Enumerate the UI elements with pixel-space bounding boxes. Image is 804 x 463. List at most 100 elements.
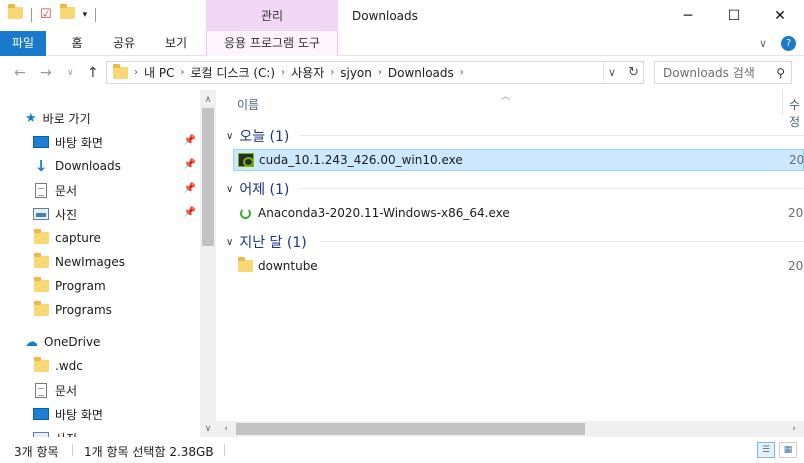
help-icon[interactable]: ? <box>781 36 796 51</box>
breadcrumb-this-pc[interactable]: 내 PC <box>144 64 174 81</box>
nav-item-onedrive-desktop[interactable]: 바탕 화면 <box>33 402 200 426</box>
properties-check-icon[interactable]: ☑ <box>40 7 52 22</box>
document-icon <box>33 382 49 398</box>
horizontal-scrollbar[interactable]: ‹ › <box>216 421 804 437</box>
address-bar-controls: ∨ ↻ <box>603 62 643 83</box>
tab-share[interactable]: 공유 <box>104 31 144 56</box>
address-history-chevron-icon[interactable]: ∨ <box>608 66 616 79</box>
search-icon[interactable]: ⚲ <box>776 66 785 80</box>
collapse-chevron-icon[interactable]: ∨ <box>226 184 233 195</box>
pin-icon[interactable]: 📌 <box>184 183 196 194</box>
folder-icon <box>237 257 253 274</box>
scroll-up-icon[interactable]: ∧ <box>200 92 216 108</box>
scroll-left-icon[interactable]: ‹ <box>218 421 234 437</box>
large-icons-view-icon[interactable]: ▦ <box>779 442 797 458</box>
group-header-today[interactable]: ∨ 오늘 (1) <box>226 126 289 146</box>
toolbar-divider <box>95 7 97 22</box>
file-explorer-window: ☑ ▾ 관리 Downloads ─ ☐ ✕ 파일 홈 공유 보기 응용 프로그… <box>0 0 804 463</box>
nav-quick-access[interactable]: ★ 바로 가기 <box>25 106 200 130</box>
nav-item-pictures[interactable]: 사진 📌 <box>33 202 200 226</box>
breadcrumb-chevron-icon[interactable]: › <box>460 67 464 78</box>
breadcrumb-chevron-icon[interactable]: › <box>378 67 382 78</box>
nav-item-onedrive-documents[interactable]: 문서 <box>33 378 200 402</box>
forward-arrow-icon[interactable]: → <box>40 65 52 81</box>
collapse-chevron-icon[interactable]: ∨ <box>226 131 233 142</box>
tab-file[interactable]: 파일 <box>0 31 46 56</box>
breadcrumb-users[interactable]: 사용자 <box>291 64 324 81</box>
nav-item-downloads[interactable]: ↓ Downloads 📌 <box>33 154 200 178</box>
desktop-icon <box>33 134 49 150</box>
scroll-right-icon[interactable]: › <box>786 421 802 437</box>
group-label: 어제 (1) <box>239 182 290 198</box>
collapse-chevron-icon[interactable]: ∨ <box>226 237 233 248</box>
scrollbar-thumb[interactable] <box>236 423 585 435</box>
nav-label: 바탕 화면 <box>55 407 103 422</box>
navigation-scrollbar[interactable]: ∧ ∨ <box>200 90 216 437</box>
nav-item-program[interactable]: Program <box>33 274 200 298</box>
file-row[interactable]: downtube 20 <box>233 255 804 277</box>
manage-context-header[interactable]: 관리 <box>206 0 338 31</box>
group-divider <box>300 188 804 189</box>
item-count: 3개 항목 <box>14 445 59 459</box>
pin-icon[interactable]: 📌 <box>184 207 196 218</box>
breadcrumb-chevron-icon[interactable]: › <box>134 67 138 78</box>
maximize-button[interactable]: ☐ <box>711 0 757 31</box>
column-date-modified[interactable]: 수정 <box>789 96 804 130</box>
search-box[interactable]: Downloads 검색 ⚲ <box>654 61 792 84</box>
breadcrumb-local-disk[interactable]: 로컬 디스크 (C:) <box>190 64 275 81</box>
folder-icon[interactable] <box>8 4 23 22</box>
file-row[interactable]: Anaconda3-2020.11-Windows-x86_64.exe 20 <box>233 202 804 224</box>
cloud-icon: ☁ <box>25 334 38 350</box>
scrollbar-thumb[interactable] <box>202 108 214 246</box>
nav-item-programs[interactable]: Programs <box>33 298 200 322</box>
nav-item-capture[interactable]: capture <box>33 226 200 250</box>
nav-label: Programs <box>55 303 112 317</box>
refresh-icon[interactable]: ↻ <box>628 65 639 80</box>
group-header-yesterday[interactable]: ∨ 어제 (1) <box>226 179 289 199</box>
nav-item-desktop[interactable]: 바탕 화면 📌 <box>33 130 200 154</box>
back-arrow-icon[interactable]: ← <box>14 65 26 81</box>
pictures-icon <box>33 430 49 437</box>
ribbon-tabs: 파일 홈 공유 보기 응용 프로그램 도구 ∨ ? <box>0 31 804 56</box>
tab-view[interactable]: 보기 <box>156 31 196 56</box>
up-arrow-icon[interactable]: ↑ <box>87 65 99 81</box>
breadcrumb-chevron-icon[interactable]: › <box>180 67 184 78</box>
folder-icon <box>33 277 49 294</box>
file-name: Anaconda3-2020.11-Windows-x86_64.exe <box>258 206 510 220</box>
nav-item-documents[interactable]: 문서 📌 <box>33 178 200 202</box>
nav-item-onedrive-pictures[interactable]: 사진 <box>33 426 200 437</box>
close-button[interactable]: ✕ <box>757 0 803 31</box>
breadcrumb-user[interactable]: sjyon <box>340 66 372 80</box>
column-name[interactable]: 이름 <box>237 96 259 113</box>
recent-locations-chevron-icon[interactable]: ∨ <box>67 68 74 78</box>
details-view-icon[interactable]: ☰ <box>757 442 775 458</box>
column-divider[interactable] <box>782 90 783 116</box>
tab-application-tools[interactable]: 응용 프로그램 도구 <box>206 31 338 56</box>
status-divider <box>72 444 73 456</box>
toolbar-divider <box>31 7 32 22</box>
document-icon <box>33 182 49 198</box>
pin-icon[interactable]: 📌 <box>184 159 196 170</box>
new-folder-icon[interactable] <box>59 4 75 22</box>
file-row[interactable]: cuda_10.1.243_426.00_win10.exe 20 <box>233 149 804 171</box>
file-date: 20 <box>788 206 804 220</box>
pin-icon[interactable]: 📌 <box>184 135 196 146</box>
nav-label: 사진 <box>55 430 77 438</box>
tab-home[interactable]: 홈 <box>60 31 94 56</box>
customize-toolbar-chevron-icon[interactable]: ▾ <box>83 10 88 20</box>
minimize-button[interactable]: ─ <box>665 0 711 31</box>
expand-ribbon-chevron-icon[interactable]: ∨ <box>759 37 767 50</box>
nav-label: 문서 <box>55 183 78 198</box>
nav-label: 바로 가기 <box>42 111 91 126</box>
nav-item-newimages[interactable]: NewImages <box>33 250 200 274</box>
search-input[interactable]: Downloads 검색 <box>663 64 755 81</box>
nav-item-wdc[interactable]: .wdc <box>33 354 200 378</box>
breadcrumb-chevron-icon[interactable]: › <box>281 67 285 78</box>
breadcrumb-downloads[interactable]: Downloads <box>388 66 454 80</box>
file-name: cuda_10.1.243_426.00_win10.exe <box>259 153 463 167</box>
nav-onedrive[interactable]: ☁ OneDrive <box>25 330 200 354</box>
breadcrumb-chevron-icon[interactable]: › <box>330 67 334 78</box>
address-bar[interactable]: › 내 PC › 로컬 디스크 (C:) › 사용자 › sjyon › Dow… <box>106 61 644 84</box>
scroll-down-icon[interactable]: ∨ <box>200 421 216 437</box>
group-header-last-month[interactable]: ∨ 지난 달 (1) <box>226 232 307 252</box>
